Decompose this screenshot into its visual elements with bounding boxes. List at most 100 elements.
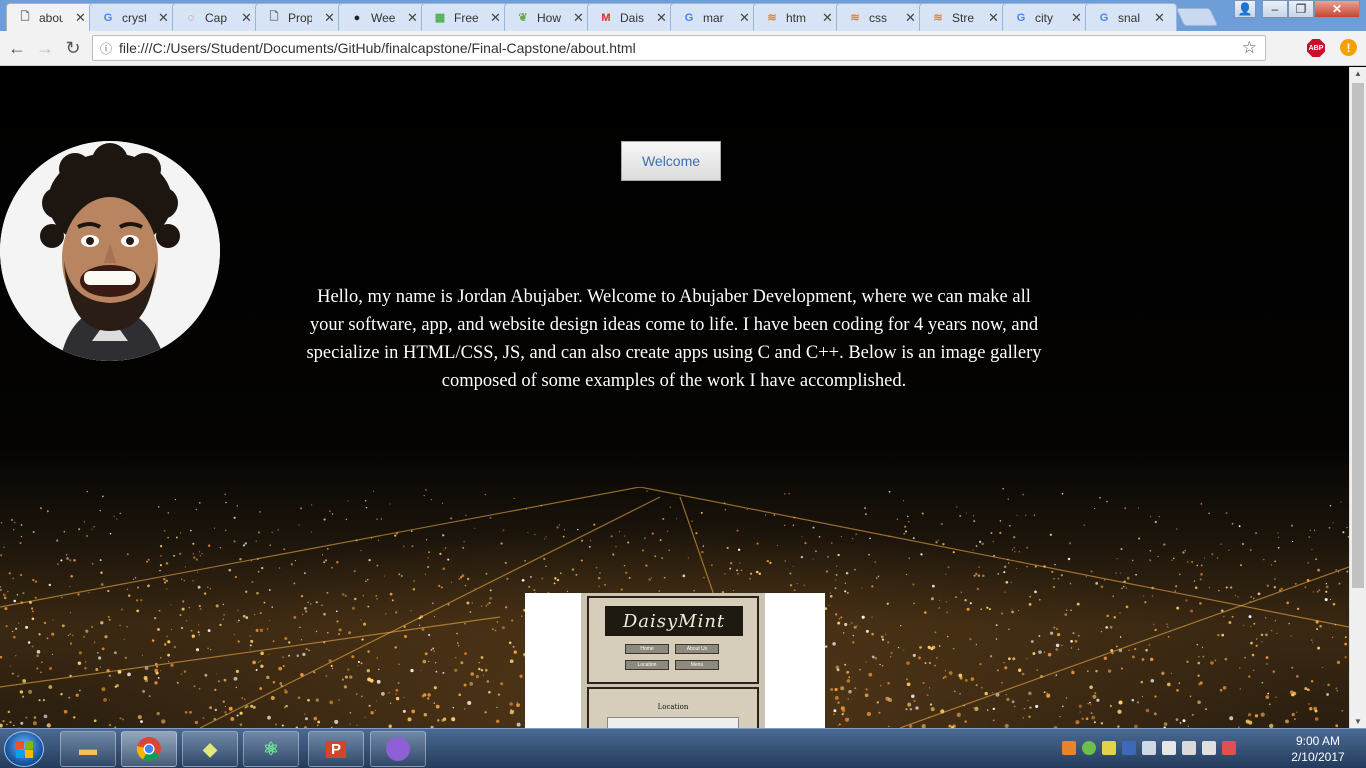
gallery-image[interactable]: DaisyMint Home About Us Location Menu Lo… [525, 593, 825, 728]
tab-close-icon[interactable]: ✕ [1071, 10, 1082, 26]
alert-icon[interactable]: ! [1340, 39, 1357, 56]
minimize-button[interactable]: – [1262, 0, 1288, 18]
powerpoint-taskbar-icon[interactable]: P [308, 731, 364, 767]
welcome-button[interactable]: Welcome [621, 141, 721, 181]
page-icon: 🗋 [20, 11, 30, 23]
tab-title: css [869, 10, 887, 25]
browser-tab[interactable]: Gcryst ✕ [89, 3, 181, 31]
tab-title: How [537, 10, 561, 25]
browser-tab[interactable]: 🗋 abou ✕ [6, 3, 98, 31]
preview-nav-about: About Us [675, 644, 719, 654]
github-desktop-taskbar-icon[interactable] [370, 731, 426, 767]
preview-location-title: Location [657, 703, 689, 711]
tab-close-icon[interactable]: ✕ [407, 10, 418, 26]
tab-close-icon[interactable]: ✕ [490, 10, 501, 26]
clock-date: 2/10/2017 [1291, 750, 1345, 764]
preview-logo: DaisyMint [605, 606, 743, 636]
stackoverflow-icon: ≋ [933, 12, 943, 24]
bookmark-star-icon[interactable]: ☆ [1242, 38, 1257, 58]
atom-taskbar-icon[interactable]: ⚛ [243, 731, 299, 767]
close-window-button[interactable]: ✕ [1314, 0, 1360, 18]
tab-strip: 🗋 abou ✕ Gcryst ✕ ◌ Cap ✕ 🗋 Prop ✕ ● Wee ✕ ▦ Free ✕ ❦ How ✕… [0, 0, 1366, 31]
windows-logo-icon [15, 740, 33, 758]
tab-close-icon[interactable]: ✕ [905, 10, 916, 26]
browser-tab[interactable]: ● Wee ✕ [338, 3, 430, 31]
preview-map [607, 717, 739, 728]
clock-time: 9:00 AM [1295, 734, 1341, 748]
browser-tab[interactable]: Gcity ✕ [1002, 3, 1094, 31]
tab-close-icon[interactable]: ✕ [1154, 10, 1165, 26]
scroll-down-icon[interactable]: ▼ [1354, 717, 1362, 726]
back-button[interactable]: ← [7, 38, 27, 58]
start-button[interactable] [4, 731, 44, 767]
tray-update-icon[interactable] [1102, 741, 1116, 755]
user-profile-icon[interactable]: 👤 [1234, 0, 1256, 18]
new-tab-button[interactable] [1175, 8, 1219, 26]
stackoverflow-icon: ≋ [850, 12, 860, 24]
browser-tab[interactable]: ≋ css ✕ [836, 3, 928, 31]
grid-icon: ▦ [434, 12, 446, 24]
maximize-button[interactable]: ❐ [1288, 0, 1314, 18]
daisymint-site-preview: DaisyMint Home About Us Location Menu Lo… [581, 593, 765, 728]
tab-title: Dais [620, 10, 644, 25]
forward-button[interactable]: → [35, 38, 55, 58]
address-bar[interactable]: ⓘ file:///C:/Users/Student/Documents/Git… [92, 35, 1266, 61]
tab-title: Wee [371, 10, 395, 25]
scrollbar-thumb[interactable] [1352, 83, 1364, 588]
browser-tab[interactable]: ≋ Stre ✕ [919, 3, 1011, 31]
tab-title: abou [39, 10, 63, 25]
tab-close-icon[interactable]: ✕ [324, 10, 335, 26]
chrome-taskbar-icon[interactable] [121, 731, 177, 767]
browser-tab[interactable]: 🗋 Prop ✕ [255, 3, 347, 31]
browser-tab[interactable]: ≋ htm ✕ [753, 3, 845, 31]
browser-tab[interactable]: Gmar ✕ [670, 3, 762, 31]
tab-close-icon[interactable]: ✕ [158, 10, 169, 26]
tab-title: city [1035, 10, 1053, 25]
tab-title: Prop [288, 10, 312, 25]
info-icon[interactable]: ⓘ [93, 40, 119, 57]
browser-tab[interactable]: ◌ Cap ✕ [172, 3, 264, 31]
scroll-up-icon[interactable]: ▲ [1354, 69, 1362, 78]
tab-close-icon[interactable]: ✕ [822, 10, 833, 26]
adblock-icon[interactable]: ABP [1307, 39, 1325, 57]
tray-network-monitor-icon[interactable] [1122, 741, 1136, 755]
tab-close-icon[interactable]: ✕ [988, 10, 999, 26]
windows-taskbar: ▬ ◆ ⚛ P 9:00 AM 2/10/2017 [0, 728, 1366, 768]
tab-close-icon[interactable]: ✕ [241, 10, 252, 26]
file-explorer-taskbar-icon[interactable]: ▬ [60, 731, 116, 767]
browser-tab[interactable]: M Dais ✕ [587, 3, 679, 31]
chrome-icon [136, 737, 161, 762]
tray-sync-icon[interactable] [1082, 741, 1096, 755]
tab-close-icon[interactable]: ✕ [739, 10, 750, 26]
google-icon: G [1099, 11, 1109, 24]
tab-close-icon[interactable]: ✕ [573, 10, 584, 26]
battery-icon[interactable] [1162, 741, 1176, 755]
leaf-icon: ❦ [518, 12, 528, 24]
page-icon: 🗋 [269, 11, 279, 23]
browser-toolbar: ← → ↻ ⓘ file:///C:/Users/Student/Documen… [0, 31, 1366, 66]
stackoverflow-icon: ≋ [767, 12, 777, 24]
tray-usb-icon[interactable] [1142, 741, 1156, 755]
action-center-icon[interactable] [1222, 741, 1236, 755]
tab-title: snal [1118, 10, 1141, 25]
browser-tab[interactable]: ▦ Free ✕ [421, 3, 513, 31]
reload-button[interactable]: ↻ [63, 38, 83, 58]
tab-close-icon[interactable]: ✕ [75, 10, 86, 26]
preview-nav-home: Home [625, 644, 669, 654]
tray-app-icon[interactable] [1062, 741, 1076, 755]
sticky-notes-taskbar-icon[interactable]: ◆ [182, 731, 238, 767]
google-icon: G [1016, 11, 1026, 24]
tab-title: cryst [122, 10, 146, 25]
url-text[interactable]: file:///C:/Users/Student/Documents/GitHu… [119, 40, 636, 56]
browser-tab[interactable]: Gsnal ✕ [1085, 3, 1177, 31]
tab-close-icon[interactable]: ✕ [656, 10, 667, 26]
google-icon: G [103, 11, 113, 24]
taskbar-clock[interactable]: 9:00 AM 2/10/2017 [1283, 733, 1353, 765]
signal-icon[interactable] [1202, 741, 1216, 755]
volume-icon[interactable] [1182, 741, 1196, 755]
browser-tab[interactable]: ❦ How ✕ [504, 3, 596, 31]
tab-title: Free [454, 10, 478, 25]
tab-title: htm [786, 10, 807, 25]
google-icon: G [684, 11, 694, 24]
vertical-scrollbar[interactable]: ▲ ▼ [1349, 67, 1366, 728]
